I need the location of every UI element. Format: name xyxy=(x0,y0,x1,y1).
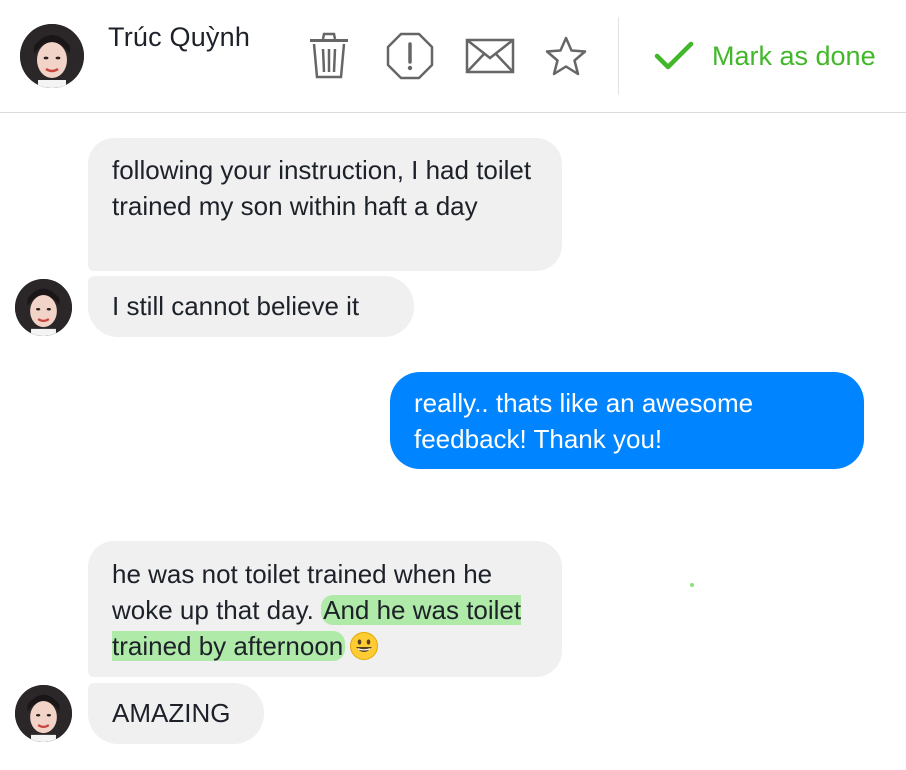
conversation-view: Trúc Quỳnh Mark as done following your i… xyxy=(0,0,906,770)
message-bubble-incoming[interactable]: he was not toilet trained when he woke u… xyxy=(88,541,562,677)
header-divider xyxy=(618,17,619,95)
report-icon xyxy=(386,32,434,80)
check-icon xyxy=(654,41,694,70)
mail-icon xyxy=(465,38,515,74)
message-bubble-incoming[interactable]: AMAZING xyxy=(88,683,264,744)
trash-icon xyxy=(310,32,348,79)
report-button[interactable] xyxy=(385,30,435,82)
grinning-face-emoji-icon xyxy=(349,631,379,670)
sender-avatar[interactable] xyxy=(15,685,72,742)
delete-button[interactable] xyxy=(304,30,354,82)
mark-as-done-button[interactable]: Mark as done xyxy=(654,34,876,78)
mark-as-done-label: Mark as done xyxy=(712,40,876,71)
star-button[interactable] xyxy=(544,30,588,82)
sender-avatar[interactable] xyxy=(15,279,72,336)
message-bubble-incoming[interactable]: following your instruction, I had toilet… xyxy=(88,138,562,271)
message-bubble-incoming[interactable]: I still cannot believe it xyxy=(88,276,414,337)
stray-dot xyxy=(690,583,694,587)
conversation-header: Trúc Quỳnh Mark as done xyxy=(0,0,906,113)
star-icon xyxy=(545,36,587,76)
contact-avatar[interactable] xyxy=(20,24,84,88)
message-bubble-outgoing[interactable]: really.. thats like an awesome feedback!… xyxy=(390,372,864,469)
contact-name: Trúc Quỳnh xyxy=(108,22,251,52)
mark-unread-button[interactable] xyxy=(464,30,516,82)
